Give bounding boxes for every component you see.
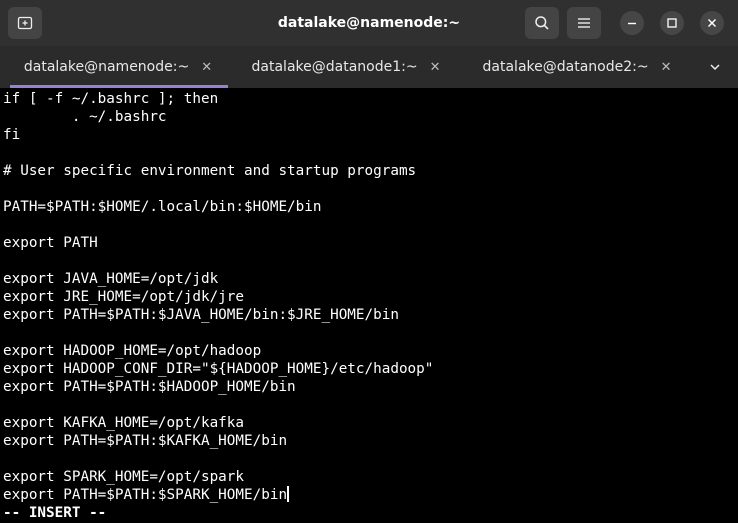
text-cursor: [287, 486, 290, 502]
tab-label: datalake@datanode2:~: [482, 59, 649, 75]
tab-close-icon[interactable]: ✕: [430, 60, 441, 75]
maximize-button[interactable]: [660, 11, 684, 35]
terminal-line: export JRE_HOME=/opt/jdk/jre: [3, 289, 245, 305]
tab-namenode[interactable]: datalake@namenode:~ ✕: [8, 46, 228, 88]
terminal-line-text: export PATH=$PATH:$SPARK_HOME/bin: [3, 487, 288, 503]
terminal-line: fi: [3, 127, 21, 143]
terminal-line: export PATH=$PATH:$JAVA_HOME/bin:$JRE_HO…: [3, 307, 399, 323]
header-bar: datalake@namenode:~: [0, 0, 738, 46]
terminal-line: export PATH=$PATH:$HADOOP_HOME/bin: [3, 379, 296, 395]
menu-button[interactable]: [567, 7, 601, 39]
new-tab-button[interactable]: [8, 7, 42, 39]
terminal-line: . ~/.bashrc: [3, 109, 167, 125]
chevron-down-icon: [709, 61, 721, 73]
terminal-line: export HADOOP_HOME=/opt/hadoop: [3, 343, 262, 359]
close-icon: [707, 18, 717, 28]
terminal-line: export KAFKA_HOME=/opt/kafka: [3, 415, 245, 431]
new-tab-icon: [17, 15, 33, 31]
terminal-content[interactable]: if [ -f ~/.bashrc ]; then . ~/.bashrc fi…: [0, 88, 738, 523]
terminal-window: datalake@namenode:~ datalake@namenode:~ …: [0, 0, 738, 523]
terminal-line: export SPARK_HOME=/opt/spark: [3, 469, 245, 485]
tab-overflow-button[interactable]: [700, 46, 730, 88]
terminal-line: # User specific environment and startup …: [3, 163, 417, 179]
minimize-icon: [627, 18, 637, 28]
vim-mode-indicator: -- INSERT --: [3, 505, 107, 521]
terminal-line: export PATH: [3, 235, 98, 251]
hamburger-menu-icon: [577, 16, 591, 30]
search-button[interactable]: [525, 7, 559, 39]
terminal-line: if [ -f ~/.bashrc ]; then: [3, 91, 219, 107]
tab-datanode1[interactable]: datalake@datanode1:~ ✕: [236, 46, 456, 88]
tab-close-icon[interactable]: ✕: [201, 60, 212, 75]
terminal-line: PATH=$PATH:$HOME/.local/bin:$HOME/bin: [3, 199, 322, 215]
maximize-icon: [667, 18, 677, 28]
tab-datanode2[interactable]: datalake@datanode2:~ ✕: [464, 46, 690, 88]
tab-bar: datalake@namenode:~ ✕ datalake@datanode1…: [0, 46, 738, 88]
tab-label: datalake@namenode:~: [23, 59, 190, 75]
minimize-button[interactable]: [620, 11, 644, 35]
terminal-line: export HADOOP_CONF_DIR="${HADOOP_HOME}/e…: [3, 361, 434, 377]
close-window-button[interactable]: [700, 11, 724, 35]
tab-label: datalake@datanode1:~: [251, 59, 418, 75]
search-icon: [534, 15, 550, 31]
terminal-line: export PATH=$PATH:$KAFKA_HOME/bin: [3, 433, 288, 449]
terminal-line-current: export PATH=$PATH:$SPARK_HOME/bin: [3, 486, 290, 504]
tab-close-icon[interactable]: ✕: [661, 60, 672, 75]
terminal-line: export JAVA_HOME=/opt/jdk: [3, 271, 219, 287]
